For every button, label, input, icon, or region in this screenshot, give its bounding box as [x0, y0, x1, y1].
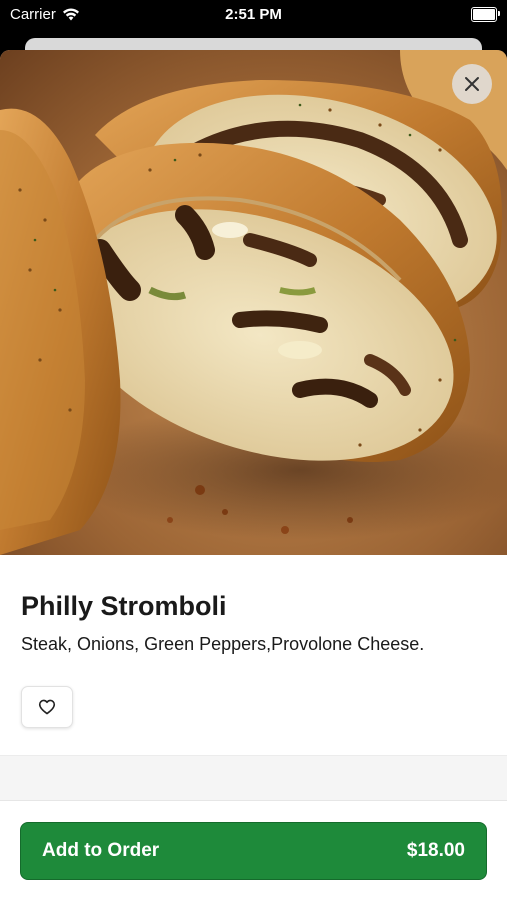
clock: 2:51 PM: [225, 6, 282, 23]
close-button[interactable]: [452, 64, 492, 104]
close-icon: [465, 77, 479, 91]
item-title: Philly Stromboli: [21, 591, 227, 621]
item-description: Steak, Onions, Green Peppers,Provolone C…: [21, 634, 425, 654]
heart-icon: [38, 699, 56, 715]
order-price: $18.00: [406, 840, 465, 861]
add-to-order-button[interactable]: Add to Order $18.00: [20, 822, 487, 880]
item-detail-sheet: Philly Stromboli Steak, Onions, Green Pe…: [0, 50, 507, 900]
stromboli-photo: [0, 50, 507, 555]
battery-icon: [471, 7, 500, 22]
status-bar: Carrier 2:51 PM: [0, 0, 507, 30]
favorite-button[interactable]: [21, 686, 73, 728]
add-to-order-label: Add to Order: [42, 840, 160, 861]
item-details: Philly Stromboli Steak, Onions, Green Pe…: [0, 555, 507, 755]
food-image: [0, 50, 507, 555]
section-divider: [0, 755, 507, 801]
bottom-bar: Add to Order $18.00: [0, 800, 507, 900]
